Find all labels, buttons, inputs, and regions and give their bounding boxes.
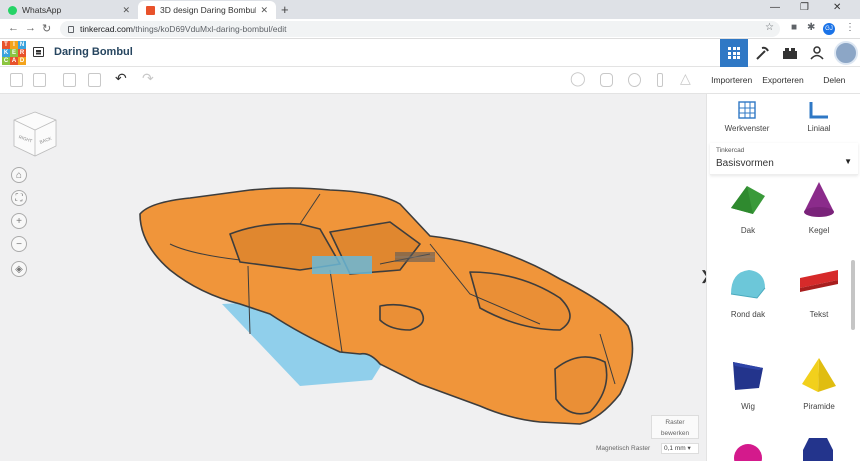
minimize-icon[interactable]: — xyxy=(770,2,780,13)
share-button[interactable]: Delen xyxy=(809,67,860,93)
window-close-icon[interactable]: ✕ xyxy=(833,2,841,13)
back-icon[interactable]: ← xyxy=(8,22,19,34)
profile-avatar[interactable]: GJ xyxy=(823,23,835,35)
url-input[interactable]: tinkercad.com /things/koD69VduMxl-daring… xyxy=(60,21,780,37)
edit-grid-label-1: Raster xyxy=(665,419,685,426)
mirror-icon[interactable]: △ xyxy=(680,70,693,86)
round-roof-icon xyxy=(730,270,766,299)
snap-grid-value: 0,1 mm xyxy=(664,445,686,452)
redo-icon[interactable]: ↷ xyxy=(142,70,155,86)
tab-title: 3D design Daring Bombul | Tinkercad xyxy=(160,5,257,15)
tab-whatsapp[interactable]: WhatsApp ✕ xyxy=(0,1,138,19)
user-icon xyxy=(810,46,824,60)
shape-library-select[interactable]: Tinkercad Basisvormen ▼ xyxy=(710,143,858,175)
shape-item[interactable]: Tekst xyxy=(788,264,850,319)
duplicate-icon[interactable] xyxy=(63,73,76,87)
roof-icon xyxy=(731,186,765,214)
shape-item[interactable]: Kegel xyxy=(788,180,850,235)
polygon-icon[interactable] xyxy=(801,436,835,461)
whatsapp-icon xyxy=(8,5,17,15)
shape-item[interactable]: Piramide xyxy=(788,356,850,411)
address-bar: ← → ↻ tinkercad.com /things/koD69VduMxl-… xyxy=(0,19,860,39)
avatar xyxy=(834,41,858,65)
edit-grid-label-2: bewerken xyxy=(660,430,690,437)
add-user-button[interactable] xyxy=(804,39,832,67)
browser-tabstrip: WhatsApp ✕ 3D design Daring Bombul | Tin… xyxy=(0,0,860,19)
shape-label: Wig xyxy=(741,402,755,411)
ruler-tool[interactable]: Liniaal xyxy=(789,100,849,133)
workplane-icon xyxy=(738,101,756,119)
close-icon[interactable]: ✕ xyxy=(260,5,268,16)
paste-icon[interactable] xyxy=(33,73,46,87)
action-buttons: Importeren Exporteren Delen xyxy=(706,67,860,94)
car-model[interactable] xyxy=(0,94,706,461)
sphere-icon[interactable] xyxy=(731,440,765,461)
shape-label: Rond dak xyxy=(730,310,766,319)
library-selected: Basisvormen xyxy=(716,158,774,169)
text-shape-icon xyxy=(800,270,838,292)
shape-label: Piramide xyxy=(803,402,835,411)
edit-toolbar: ↶ ↷ ◯ △ xyxy=(0,67,706,94)
lock-icon xyxy=(68,25,74,33)
tinkercad-logo[interactable]: TIN KER CAD xyxy=(2,41,26,65)
import-button[interactable]: Importeren xyxy=(706,67,757,93)
url-host: tinkercad.com xyxy=(80,24,133,34)
bricks-button[interactable] xyxy=(776,39,804,67)
align-icon[interactable] xyxy=(657,73,663,87)
puzzle-icon[interactable]: ✱ xyxy=(807,22,815,33)
copy-icon[interactable] xyxy=(10,73,23,87)
extension-icon[interactable]: ■ xyxy=(791,22,797,33)
shapes-panel: Werkvenster Liniaal Tinkercad Basisvorme… xyxy=(706,94,860,461)
url-path: /things/koD69VduMxl-daring-bombul/edit xyxy=(132,24,287,34)
bookmark-star-icon[interactable]: ☆ xyxy=(765,22,774,33)
shape-label: Dak xyxy=(740,226,756,235)
shape-item[interactable]: Dak xyxy=(717,180,779,235)
workplane-label: Werkvenster xyxy=(724,124,770,133)
brick-icon xyxy=(783,48,797,59)
ruler-label: Liniaal xyxy=(807,124,831,133)
shape-item[interactable]: Wig xyxy=(717,356,779,411)
undo-icon[interactable]: ↶ xyxy=(115,70,128,86)
app-header: TIN KER CAD Daring Bombul xyxy=(0,39,860,67)
shape-label: Kegel xyxy=(808,226,830,235)
circuits-button[interactable] xyxy=(748,39,776,67)
delete-icon[interactable] xyxy=(88,73,101,87)
restore-icon[interactable]: ❐ xyxy=(800,2,809,13)
tab-tinkercad[interactable]: 3D design Daring Bombul | Tinkercad ✕ xyxy=(138,1,276,19)
new-tab-button[interactable]: + xyxy=(281,2,289,17)
note-icon[interactable] xyxy=(600,73,613,87)
library-category: Tinkercad xyxy=(716,147,745,154)
shape-label: Tekst xyxy=(809,310,829,319)
design-menu-icon[interactable] xyxy=(33,47,44,57)
3d-viewport[interactable]: RIGHT BACK ⌂ ⛶ + − ◈ ❯ xyxy=(0,94,706,461)
cone-icon xyxy=(804,182,834,217)
chevron-down-icon: ▼ xyxy=(844,157,852,166)
shape-item[interactable]: Rond dak xyxy=(717,264,779,319)
export-button[interactable]: Exporteren xyxy=(757,67,808,93)
pyramid-icon xyxy=(802,358,836,392)
3d-view-button[interactable] xyxy=(720,39,748,67)
lightbulb-icon[interactable]: ◯ xyxy=(570,70,586,86)
grid-icon xyxy=(728,47,740,59)
edit-grid-button[interactable]: Raster bewerken xyxy=(651,415,699,439)
tinkercad-icon xyxy=(146,5,155,15)
pickaxe-icon xyxy=(756,46,769,60)
account-button[interactable] xyxy=(832,39,860,67)
close-icon[interactable]: ✕ xyxy=(122,5,130,16)
panel-scrollbar[interactable] xyxy=(851,260,855,330)
design-title[interactable]: Daring Bombul xyxy=(54,46,133,58)
forward-icon[interactable]: → xyxy=(25,22,36,34)
tab-title: WhatsApp xyxy=(22,5,62,15)
menu-dots-icon[interactable]: ⋮ xyxy=(845,22,855,33)
workplane-tool[interactable]: Werkvenster xyxy=(717,100,777,133)
snap-grid-select[interactable]: 0,1 mm ▾ xyxy=(661,443,699,454)
snap-grid-label: Magnetisch Raster xyxy=(596,445,651,452)
reload-icon[interactable]: ↻ xyxy=(42,22,51,35)
wedge-icon xyxy=(733,362,763,390)
ruler-icon xyxy=(809,102,828,119)
group-icon[interactable] xyxy=(628,73,641,87)
